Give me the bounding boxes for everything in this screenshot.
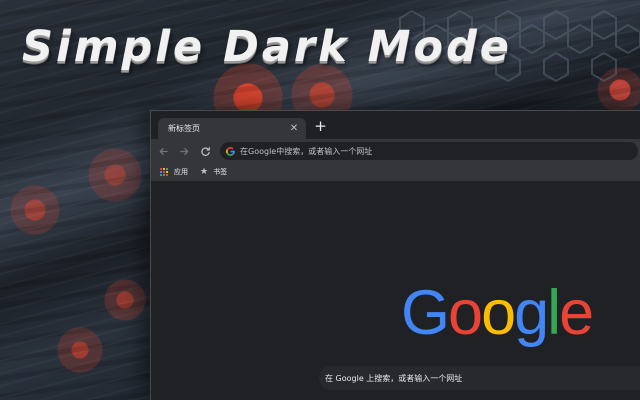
tab-new-tab[interactable]: 新标签页 ✕ <box>158 118 306 139</box>
plus-icon[interactable]: + <box>313 119 328 134</box>
browser-window: 新标签页 ✕ + 在Google中搜索，或者输入一个网址 应用 ★ 书签 Goo… <box>150 110 640 400</box>
apps-grid-icon <box>160 167 169 177</box>
google-logo-letter: e <box>559 278 594 348</box>
google-logo-letter: o <box>481 278 516 348</box>
google-g-icon <box>226 146 235 156</box>
tab-title: 新标签页 <box>168 124 200 133</box>
address-search-input[interactable] <box>240 146 620 156</box>
new-tab-page: Google <box>151 182 640 400</box>
google-logo-letter: G <box>401 278 450 348</box>
google-logo-letter: o <box>448 278 483 348</box>
google-logo-letter: l <box>547 278 561 348</box>
bookmark-folder-label: 书签 <box>213 168 228 176</box>
bookmark-folder[interactable]: ★ 书签 <box>200 167 227 177</box>
google-logo-letter: g <box>514 278 549 348</box>
tab-strip: 新标签页 ✕ + <box>151 111 640 139</box>
new-tab-search-box[interactable] <box>319 366 640 390</box>
reload-icon[interactable] <box>196 142 214 160</box>
forward-arrow-icon[interactable] <box>175 142 193 160</box>
promo-title: Simple Dark Mode <box>22 22 512 72</box>
close-icon[interactable]: ✕ <box>288 123 300 135</box>
bookmark-apps-label: 应用 <box>174 168 188 176</box>
back-arrow-icon[interactable] <box>154 142 172 160</box>
promo-screenshot: Simple Dark Mode 新标签页 ✕ + 在Google中搜索，或者输… <box>0 0 640 400</box>
new-tab-search-input[interactable] <box>325 373 625 383</box>
bookmarks-bar: 应用 ★ 书签 <box>151 163 640 182</box>
bookmark-apps[interactable]: 应用 <box>160 167 188 177</box>
star-icon: ★ <box>200 166 209 177</box>
omnibox[interactable] <box>220 142 638 160</box>
browser-toolbar <box>151 139 640 163</box>
google-logo: Google <box>401 278 594 348</box>
